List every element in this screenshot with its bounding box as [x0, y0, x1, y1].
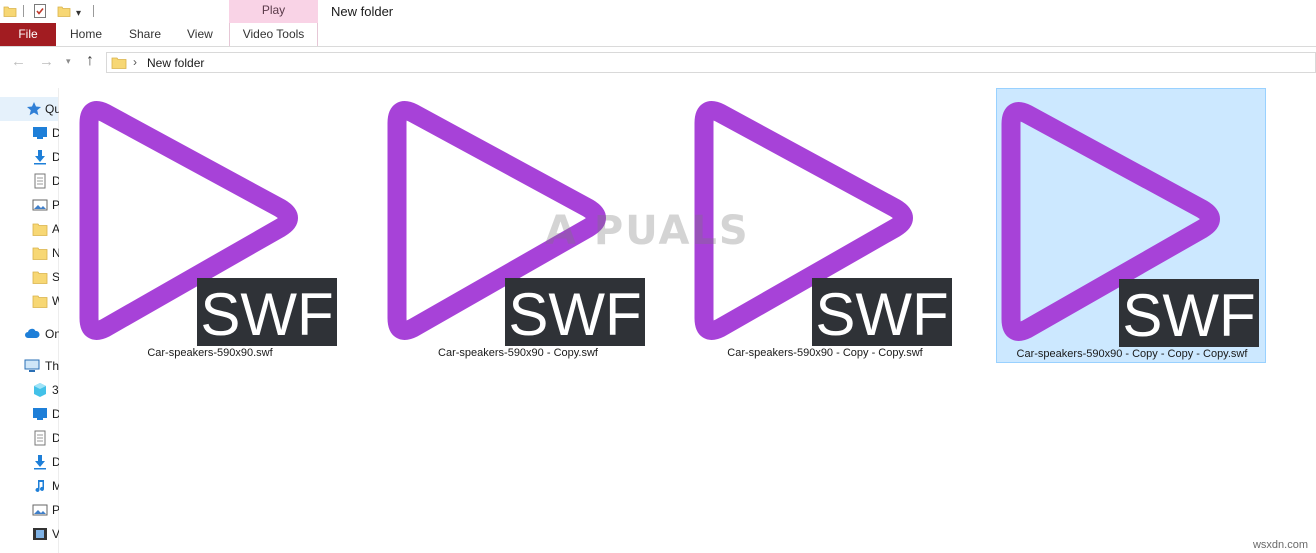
- recent-locations-icon[interactable]: ▾: [66, 56, 71, 67]
- forward-arrow-icon[interactable]: →: [39, 53, 54, 70]
- download-icon: [32, 149, 48, 165]
- tab-share[interactable]: Share: [129, 23, 161, 46]
- file-name[interactable]: Car-speakers-590x90 - Copy - Copy - Copy…: [997, 348, 1267, 360]
- folder-icon: [32, 245, 48, 261]
- sidebar-item[interactable]: Qu: [0, 97, 61, 121]
- folder-icon: [32, 221, 48, 237]
- address-bar[interactable]: › New folder: [106, 52, 1316, 73]
- properties-icon[interactable]: [33, 2, 47, 20]
- document-icon: [32, 430, 48, 446]
- video-icon: [32, 526, 48, 542]
- swf-file-icon: SWF: [79, 101, 337, 348]
- title-bar: ▾ Play New folder: [0, 0, 1316, 23]
- sidebar-item[interactable]: D: [0, 450, 61, 474]
- download-icon: [32, 454, 48, 470]
- pc-icon: [24, 358, 40, 374]
- watermark: A PUALS: [545, 208, 750, 254]
- sidebar-item[interactable]: D: [0, 169, 61, 193]
- sidebar-item[interactable]: V: [0, 522, 60, 546]
- tab-home[interactable]: Home: [70, 23, 102, 46]
- file-item[interactable]: SWF Car-speakers-590x90.swf: [75, 88, 345, 363]
- sidebar-item[interactable]: P: [0, 193, 60, 217]
- quick-access-separator: [23, 5, 24, 17]
- sidebar-item[interactable]: Th: [0, 354, 60, 378]
- cube-icon: [32, 382, 48, 398]
- desktop-icon: [32, 125, 48, 141]
- tab-video-tools[interactable]: Video Tools: [229, 23, 318, 46]
- swf-badge-text: SWF: [508, 281, 641, 348]
- navigation-bar: ← → ▾ ↑ › New folder: [0, 47, 1316, 79]
- sidebar-item[interactable]: N: [0, 241, 61, 265]
- document-icon: [32, 173, 48, 189]
- sidebar-item[interactable]: 3: [0, 378, 59, 402]
- file-name[interactable]: Car-speakers-590x90.swf: [75, 347, 345, 359]
- sidebar-item[interactable]: On: [0, 322, 61, 346]
- swf-badge-text: SWF: [200, 281, 333, 348]
- window-title: New folder: [331, 4, 394, 19]
- folder-icon: [111, 55, 127, 75]
- file-name[interactable]: Car-speakers-590x90 - Copy.swf: [383, 347, 653, 359]
- play-context-label: Play: [229, 0, 318, 23]
- folder-icon: [3, 2, 17, 20]
- pictures-icon: [32, 502, 48, 518]
- tab-view[interactable]: View: [187, 23, 213, 46]
- folder-icon: [32, 293, 48, 309]
- sidebar-item[interactable]: D: [0, 426, 61, 450]
- sidebar-item[interactable]: P: [0, 498, 60, 522]
- sidebar-item[interactable]: S: [0, 265, 60, 289]
- tab-file[interactable]: File: [0, 23, 56, 46]
- desktop-icon: [32, 406, 48, 422]
- new-folder-icon[interactable]: [57, 2, 71, 20]
- cloud-icon: [24, 326, 40, 342]
- pictures-icon: [32, 197, 48, 213]
- sidebar-item[interactable]: A: [0, 217, 60, 241]
- sidebar-item[interactable]: D: [0, 402, 61, 426]
- customize-toolbar-icon[interactable]: ▾: [76, 4, 81, 22]
- breadcrumb[interactable]: New folder: [147, 56, 204, 70]
- file-list: SWF Car-speakers-590x90.swf SWF Car-speaker…: [59, 80, 1316, 553]
- sidebar-item[interactable]: W: [0, 289, 63, 313]
- navigation-pane: Qu D D D P A N S W On Th 3 D D D M P V: [0, 88, 63, 553]
- sidebar-item[interactable]: D: [0, 121, 61, 145]
- sidebar-item-label: 3: [52, 383, 59, 397]
- file-name[interactable]: Car-speakers-590x90 - Copy - Copy.swf: [690, 347, 960, 359]
- back-arrow-icon[interactable]: ←: [11, 53, 26, 70]
- source-credit: wsxdn.com: [1252, 539, 1308, 551]
- chevron-right-icon[interactable]: ›: [133, 55, 137, 69]
- folder-icon: [32, 269, 48, 285]
- star-icon: [26, 101, 42, 117]
- ribbon-tabs: File Home Share View Video Tools: [0, 23, 1316, 47]
- swf-badge-text: SWF: [815, 281, 948, 348]
- music-icon: [32, 478, 48, 494]
- sidebar-item-label: Th: [45, 359, 60, 373]
- up-arrow-icon[interactable]: ↑: [86, 52, 94, 70]
- file-item[interactable]: SWF Car-speakers-590x90 - Copy - Copy - C…: [996, 88, 1266, 363]
- sidebar-item[interactable]: D: [0, 145, 61, 169]
- swf-badge-text: SWF: [1122, 282, 1255, 349]
- sidebar-item[interactable]: M: [0, 474, 62, 498]
- quick-access-separator: [93, 5, 94, 17]
- swf-file-icon: SWF: [1001, 102, 1259, 349]
